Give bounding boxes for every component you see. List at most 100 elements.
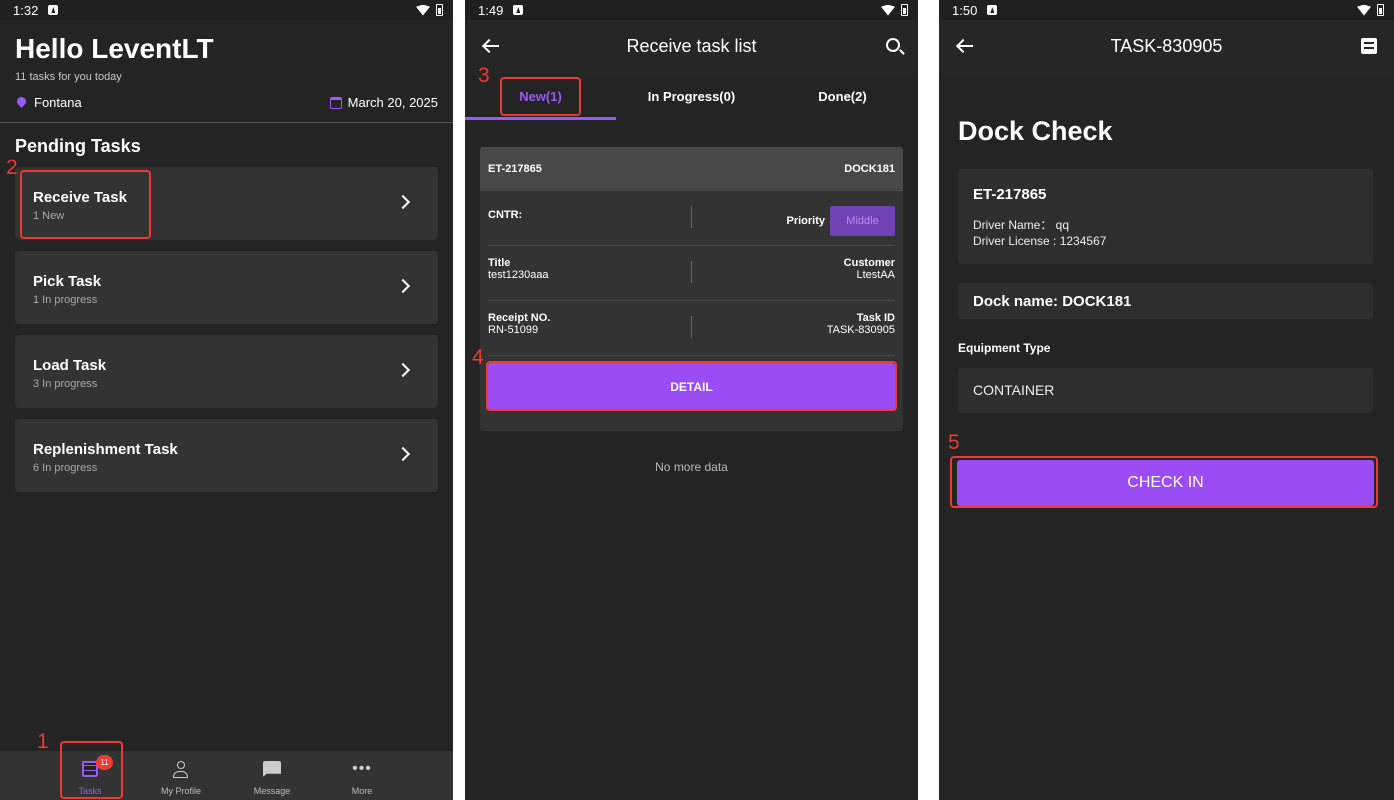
task-id-field: Task ID TASK-830905 (827, 312, 895, 336)
step-label: 1 (37, 730, 49, 753)
title-label: Title (488, 257, 511, 269)
equipment-type-field[interactable]: CONTAINER (958, 368, 1373, 413)
chevron-right-icon (395, 362, 411, 378)
message-icon (263, 761, 281, 777)
highlight-new-tab (500, 77, 581, 116)
app-bar: Receive task list (465, 20, 918, 74)
task-id-value: TASK-830905 (826, 324, 895, 336)
chevron-right-icon (395, 194, 411, 210)
card-header: ET-217865 DOCK181 (480, 147, 903, 191)
step-label: 5 (948, 431, 960, 454)
highlight-receive-task (20, 170, 151, 239)
location-label: Fontana (34, 95, 82, 110)
driver-name: Driver Name： qq (973, 218, 1070, 232)
nav-label: My Profile (160, 786, 201, 796)
task-status: 3 In progress (33, 378, 98, 390)
task-id-label: Task ID (856, 312, 895, 324)
step-label: 2 (6, 156, 18, 179)
cntr-label: CNTR: (488, 209, 523, 221)
dock-name: Dock name: DOCK181 (973, 293, 1132, 310)
wifi-icon (416, 4, 430, 16)
chevron-right-icon (395, 278, 411, 294)
location-pin-icon (17, 97, 26, 108)
nav-my-profile[interactable]: My Profile (141, 751, 221, 800)
divider (691, 206, 692, 228)
task-card-load[interactable]: Load Task 3 In progress (15, 335, 438, 408)
dock-name: DOCK181 (844, 163, 895, 175)
page-title: Receive task list (626, 36, 757, 56)
divider (0, 122, 453, 123)
highlight-detail-button (486, 361, 897, 411)
person-icon (173, 761, 189, 778)
greeting-title: Hello LeventLT (15, 33, 214, 64)
equipment-type-label: Equipment Type (958, 341, 1051, 355)
search-icon[interactable] (886, 38, 900, 52)
status-bar: 1:49 (465, 0, 918, 20)
entry-id: ET-217865 (488, 163, 542, 175)
equipment-type-value: CONTAINER (973, 382, 1055, 398)
receipt-field: Receipt NO. RN-51099 (488, 312, 550, 336)
nav-label: More (351, 786, 373, 796)
priority-group: Priority Middle (786, 206, 895, 236)
section-title: Pending Tasks (15, 136, 141, 156)
title-value: test1230aaa (488, 269, 549, 281)
battery-icon (436, 4, 443, 16)
document-icon[interactable] (1361, 38, 1377, 54)
tab-done[interactable]: Done(2) (767, 74, 918, 120)
driver-license: Driver License : 1234567 (973, 234, 1107, 248)
priority-badge: Middle (830, 206, 895, 236)
status-bar: 1:50 (939, 0, 1394, 20)
receipt-value: RN-51099 (488, 324, 539, 336)
divider (691, 261, 692, 283)
nav-message[interactable]: Message (232, 751, 312, 800)
wifi-icon (1357, 4, 1371, 16)
page-title: TASK-830905 (1110, 36, 1223, 56)
notification-icon (987, 5, 998, 15)
highlight-tasks-nav (60, 741, 123, 799)
nav-label: Message (253, 786, 291, 796)
task-card-replenishment[interactable]: Replenishment Task 6 In progress (15, 419, 438, 492)
app-bar: TASK-830905 (939, 20, 1394, 74)
date: March 20, 2025 (329, 95, 438, 110)
chevron-right-icon (395, 446, 411, 462)
tasks-today-subtitle: 11 tasks for you today (15, 71, 122, 83)
title-field: Title test1230aaa (488, 257, 549, 281)
receive-task-list-screen: 1:49 Receive task list New(1) In Progres… (465, 0, 918, 800)
battery-icon (1377, 4, 1384, 16)
step-label: 4 (472, 346, 484, 369)
notification-icon (48, 5, 59, 15)
task-name: Load Task (33, 357, 107, 374)
nav-more[interactable]: ••• More (322, 751, 402, 800)
notification-icon (513, 5, 524, 15)
step-label: 3 (478, 64, 490, 87)
entry-id: ET-217865 (973, 186, 1047, 203)
highlight-check-in-button (950, 456, 1378, 508)
date-label: March 20, 2025 (347, 95, 438, 110)
no-more-data: No more data (655, 460, 728, 474)
customer-label: Customer (843, 257, 895, 269)
status-time: 1:32 (13, 2, 39, 18)
driver-info-panel: ET-217865 Driver Name： qq Driver License… (958, 169, 1373, 264)
status-time: 1:50 (952, 2, 978, 18)
receipt-label: Receipt NO. (488, 312, 551, 324)
card-row-title: Title test1230aaa Customer LtestAA (488, 246, 895, 301)
task-name: Pick Task (33, 273, 102, 290)
dock-check-screen: 1:50 TASK-830905 Dock Check ET-217865 Dr… (939, 0, 1394, 800)
tab-in-progress[interactable]: In Progress(0) (616, 74, 767, 120)
card-row-receipt: Receipt NO. RN-51099 Task ID TASK-830905 (488, 301, 895, 356)
customer-field: Customer LtestAA (844, 257, 895, 281)
task-status: 6 In progress (33, 462, 98, 474)
dock-name-panel: Dock name: DOCK181 (958, 283, 1373, 319)
divider (691, 316, 692, 338)
more-icon: ••• (352, 760, 372, 777)
battery-icon (901, 4, 908, 16)
location: Fontana (17, 95, 82, 110)
calendar-icon (329, 96, 342, 109)
active-tab-indicator (465, 117, 616, 120)
customer-value: LtestAA (856, 269, 895, 281)
task-status: 1 In progress (33, 294, 98, 306)
status-time: 1:49 (478, 2, 504, 18)
wifi-icon (881, 4, 895, 16)
card-row-cntr: CNTR: Priority Middle (488, 191, 895, 246)
task-card-pick[interactable]: Pick Task 1 In progress (15, 251, 438, 324)
